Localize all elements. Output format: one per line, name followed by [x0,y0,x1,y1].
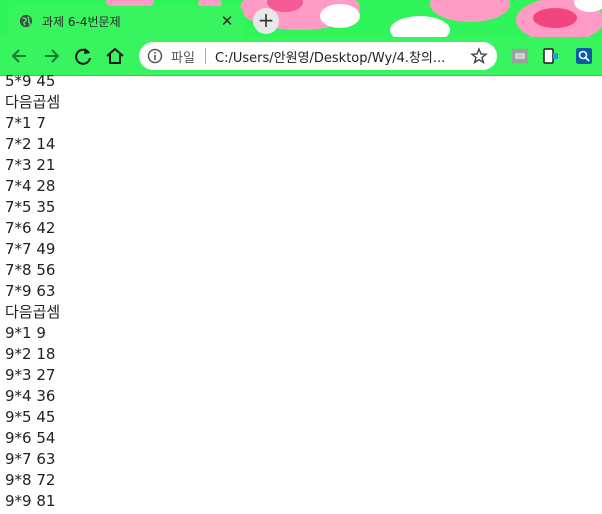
output-line: 9*1 9 [5,324,46,342]
omnibox-divider [205,48,206,64]
output-line: 9*5 45 [5,408,56,426]
tab-title: 과제 6-4번문제 [42,15,121,29]
output-line: 9*9 81 [5,492,56,510]
output-line: 7*5 35 [5,198,56,216]
output-line: 7*8 56 [5,261,56,279]
url-text[interactable]: C:/Users/안원영/Desktop/Wy/4.창의... [215,47,445,66]
output-line: 7*3 21 [5,156,56,174]
info-icon[interactable] [147,48,163,64]
arrow-left-icon[interactable] [9,45,31,67]
globe-icon [19,14,33,28]
home-icon[interactable] [104,45,126,67]
output-line: 7*6 42 [5,219,56,237]
output-line: 7*4 28 [5,177,56,195]
output-line: 7*9 63 [5,282,56,300]
close-tab-icon[interactable]: ✕ [218,12,236,30]
scheme-label: 파일 [171,51,195,66]
output-line: 9*6 54 [5,429,56,447]
star-icon[interactable] [470,47,488,65]
output-line: 9*7 63 [5,450,56,468]
address-bar[interactable]: 파일 C:/Users/안원영/Desktop/Wy/4.창의... [139,42,497,70]
page-content: 5*9 45 다음곱셈 7*1 7 7*2 14 7*3 21 7*4 28 7*5 35 7… [0,71,602,514]
active-tab[interactable]: 과제 6-4번문제 ✕ [8,6,244,37]
output-line: 7*2 14 [5,135,56,153]
tab-strip: 과제 6-4번문제 ✕ + [0,0,602,37]
output-line: 다음곱셈 [5,93,61,111]
extension-tablet-icon[interactable] [543,48,559,64]
output-lines: 5*9 45 다음곱셈 7*1 7 7*2 14 7*3 21 7*4 28 7*5 35 7… [5,71,60,512]
output-line: 5*9 45 [5,72,56,90]
output-line: 9*8 72 [5,471,56,489]
reload-icon[interactable] [72,45,94,67]
output-line: 7*1 7 [5,114,46,132]
extension-ex-icon[interactable] [512,48,528,64]
new-tab-button[interactable]: + [253,8,279,34]
output-line: 9*4 36 [5,387,56,405]
output-line: 9*2 18 [5,345,56,363]
output-line: 7*7 49 [5,240,56,258]
arrow-right-icon[interactable] [40,45,62,67]
output-line: 다음곱셈 [5,303,61,321]
extension-search-icon[interactable] [576,48,592,64]
output-line: 9*3 27 [5,366,56,384]
